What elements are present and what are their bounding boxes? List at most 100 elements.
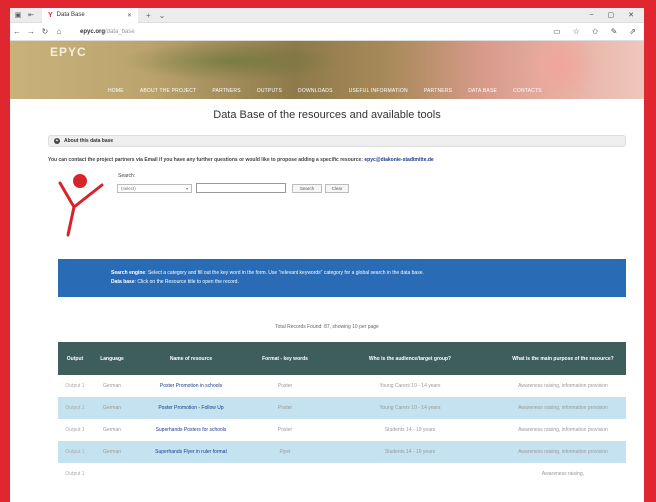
cell-output: Output 1 (58, 441, 92, 463)
favicon-icon: Y (48, 11, 53, 19)
window-controls: – ▢ ✕ (590, 11, 644, 19)
cell-audience (320, 463, 500, 485)
total-records: Total Records Found: 87, showing 10 per … (275, 324, 379, 330)
close-tab-icon[interactable]: ✕ (127, 12, 132, 19)
cell-name-link[interactable]: Superhands Posters for schools (132, 419, 250, 441)
url-domain: epyc.org (80, 28, 106, 35)
menu-item-useful-info[interactable]: USEFUL INFORMATION (349, 88, 408, 94)
close-window-icon[interactable]: ✕ (628, 11, 634, 19)
tab-title: Data Base (56, 12, 85, 18)
cell-purpose: Awareness raising, information provision (500, 419, 626, 441)
category-select-value: (select) (121, 186, 136, 191)
new-tab-icon[interactable]: + (146, 11, 151, 20)
menu-item-partners-2[interactable]: PARTNERS (424, 88, 452, 94)
contact-message: You can contact the project partners via… (48, 157, 363, 163)
table-row: Output 1 German Superhands Flyer in rule… (58, 441, 626, 463)
cell-language: German (92, 397, 132, 419)
browser-window: ▣ ⇤ Y Data Base ✕ + ⌄ – ▢ ✕ ← → ↻ ⌂ epyc… (10, 8, 644, 502)
cell-audience: Young Carers 10 - 14 years (320, 397, 500, 419)
info-line-engine: Search engine: Select a category and fil… (111, 269, 626, 278)
cell-audience: Students 14 - 19 years (320, 419, 500, 441)
info-line-db: Data base: Click on the Resource title t… (111, 278, 626, 287)
table-row: Output 1 Awareness raising, (58, 463, 626, 485)
col-audience[interactable]: Who is the audience/target group? (320, 342, 500, 375)
cell-language: German (92, 419, 132, 441)
pen-icon[interactable]: ✎ (611, 27, 618, 36)
cell-format (250, 463, 320, 485)
menu-item-outputs[interactable]: OUTPUTS (257, 88, 282, 94)
cell-purpose: Awareness raising, information provision (500, 441, 626, 463)
col-output[interactable]: Output (58, 342, 92, 375)
cell-name-link[interactable]: Superhands Flyer in ruler format (132, 441, 250, 463)
header-image-shade (120, 41, 340, 81)
url-path: /data_base (105, 28, 135, 35)
site-header: EPYC HOME ABOUT THE PROJECT PARTNERS OUT… (10, 41, 644, 99)
col-name[interactable]: Name of resource (132, 342, 250, 375)
about-accordion[interactable]: + About this data base (48, 135, 626, 147)
resources-table: Output Language Name of resource Format … (58, 342, 626, 485)
cell-output: Output 1 (58, 463, 92, 485)
home-icon[interactable]: ⌂ (52, 27, 66, 36)
clear-button[interactable]: Clear (325, 184, 349, 193)
cell-purpose: Awareness raising, information provision (500, 375, 626, 397)
chevron-down-icon: ▾ (185, 186, 188, 191)
cell-language (92, 463, 132, 485)
favorite-star-icon[interactable]: ☆ (573, 27, 580, 36)
menu-item-data-base[interactable]: DATA BASE (468, 88, 497, 94)
info-db-label: Data base (111, 279, 135, 285)
cell-language: German (92, 441, 132, 463)
cell-output: Output 1 (58, 397, 92, 419)
menu-item-partners[interactable]: PARTNERS (212, 88, 240, 94)
browser-tab[interactable]: Y Data Base ✕ (42, 8, 138, 23)
tab-back-icon[interactable]: ⇤ (26, 10, 36, 20)
epyc-y-logo-icon (58, 174, 104, 237)
cell-format: Poster (250, 419, 320, 441)
keyword-input[interactable] (196, 183, 286, 193)
cell-audience: Young Carers 10 - 14 years (320, 375, 500, 397)
cell-name-link[interactable]: Poster Promotion in schools (132, 375, 250, 397)
reading-view-icon[interactable]: ▭ (553, 27, 561, 36)
address-bar: ← → ↻ ⌂ epyc.org/data_base ▭ ☆ ✩ ✎ ⇗ (10, 23, 644, 41)
category-select[interactable]: (select) ▾ (117, 184, 192, 193)
cell-audience: Students 14 - 19 years (320, 441, 500, 463)
tab-dropdown-icon[interactable]: ⌄ (159, 11, 166, 20)
menu-item-home[interactable]: HOME (108, 88, 124, 94)
cell-name-link[interactable]: Poster Promotion - Follow Up (132, 397, 250, 419)
search-label: Search: (118, 173, 136, 179)
cell-format: Poster (250, 375, 320, 397)
table-header-row: Output Language Name of resource Format … (58, 342, 626, 375)
help-info-box: Search engine: Select a category and fil… (58, 259, 626, 297)
tab-bar: ▣ ⇤ Y Data Base ✕ + ⌄ – ▢ ✕ (10, 8, 644, 23)
about-label: About this data base (64, 138, 114, 144)
cell-purpose: Awareness raising, information provision (500, 397, 626, 419)
cell-name-link[interactable] (132, 463, 250, 485)
table-row: Output 1 German Superhands Posters for s… (58, 419, 626, 441)
favorites-icon[interactable]: ✩ (592, 27, 599, 36)
minimize-icon[interactable]: – (590, 11, 594, 19)
menu-item-downloads[interactable]: DOWNLOADS (298, 88, 333, 94)
info-db-text: : Click on the Resource title to open th… (134, 279, 239, 285)
refresh-icon[interactable]: ↻ (38, 27, 52, 36)
search-button[interactable]: Search (292, 184, 322, 193)
share-icon[interactable]: ⇗ (629, 27, 636, 36)
cell-format: Flyer (250, 441, 320, 463)
maximize-icon[interactable]: ▢ (608, 11, 615, 19)
back-icon[interactable]: ← (10, 27, 24, 36)
site-logo[interactable]: EPYC (50, 45, 87, 59)
col-language[interactable]: Language (92, 342, 132, 375)
col-purpose[interactable]: What is the main purpose of the resource… (500, 342, 626, 375)
logo-text: EPYC (50, 45, 87, 59)
url-field[interactable]: epyc.org/data_base (80, 29, 135, 35)
cell-language: German (92, 375, 132, 397)
address-actions: ▭ ☆ ✩ ✎ ⇗ (553, 27, 644, 36)
tab-actions-icon[interactable]: ▣ (13, 10, 23, 20)
forward-icon[interactable]: → (24, 27, 38, 36)
info-engine-text: : Select a category and fill out the key… (145, 270, 424, 276)
col-format[interactable]: Format - key words (250, 342, 320, 375)
page-title: Data Base of the resources and available… (213, 109, 441, 121)
menu-item-contacts[interactable]: CONTACTS (513, 88, 542, 94)
table-row: Output 1 German Poster Promotion - Follo… (58, 397, 626, 419)
contact-email-link[interactable]: epyc@diakonie-stadtmitte.de (364, 157, 433, 163)
menu-item-about[interactable]: ABOUT THE PROJECT (140, 88, 197, 94)
info-engine-label: Search engine (111, 270, 146, 276)
